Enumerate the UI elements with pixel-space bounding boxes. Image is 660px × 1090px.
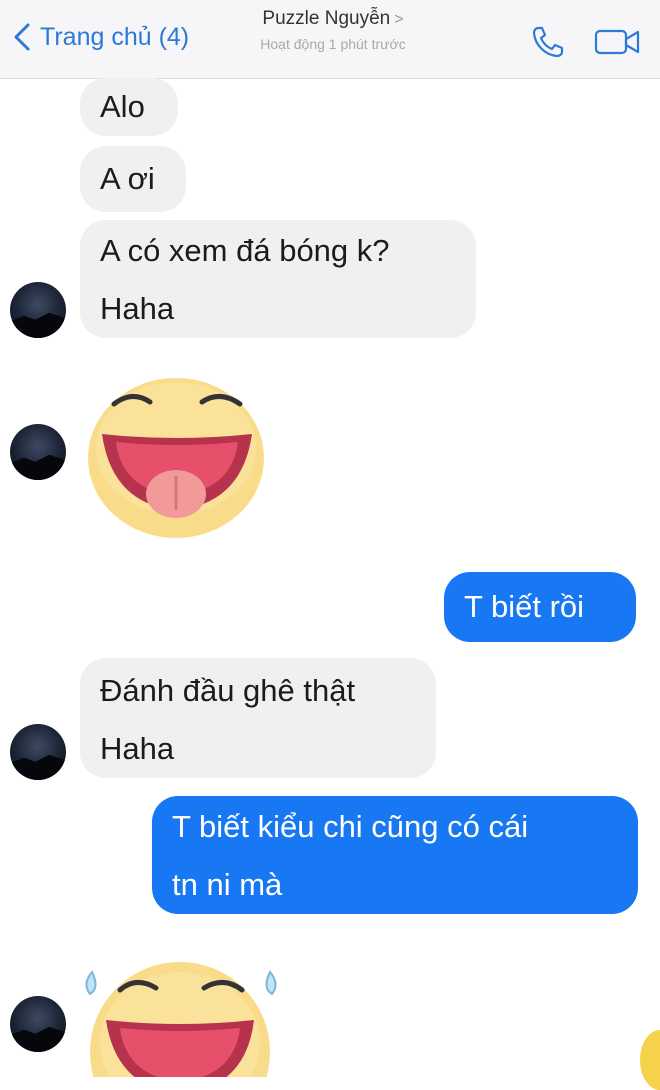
back-button[interactable]: Trang chủ (4)	[10, 22, 189, 52]
contact-name: Puzzle Nguyễn	[262, 8, 391, 29]
message-text: Alo	[100, 89, 145, 124]
incoming-message[interactable]: Đánh đầu ghê thật Haha	[80, 658, 436, 778]
partial-sticker-edge	[640, 1030, 660, 1090]
activity-status: Hoạt động 1 phút trước	[260, 36, 406, 52]
message-text-line: tn ni mà	[172, 867, 283, 902]
message-text-line: A có xem đá bóng k?	[100, 233, 390, 268]
message-text-line: Haha	[100, 731, 175, 766]
message-text: A ơi	[100, 161, 155, 196]
contact-avatar[interactable]	[10, 424, 66, 480]
incoming-message[interactable]: Alo	[80, 78, 178, 136]
message-text-line: Haha	[100, 291, 175, 326]
contact-title[interactable]: Puzzle Nguyễn > Hoạt động 1 phút trước	[228, 8, 438, 52]
name-arrow: >	[394, 11, 404, 28]
message-text-line: Đánh đầu ghê thật	[100, 673, 356, 708]
video-call-icon[interactable]	[594, 28, 640, 56]
outgoing-message[interactable]: T biết kiểu chi cũng có cái tn ni mà	[152, 796, 638, 914]
message-text-line: T biết kiểu chi cũng có cái	[172, 809, 529, 844]
outgoing-message[interactable]: T biết rồi	[444, 572, 636, 642]
contact-avatar[interactable]	[10, 996, 66, 1052]
back-label: Trang chủ (4)	[40, 22, 190, 51]
contact-avatar[interactable]	[10, 282, 66, 338]
contact-avatar[interactable]	[10, 724, 66, 780]
incoming-message[interactable]: A ơi	[80, 146, 186, 212]
chevron-left-icon	[14, 23, 30, 51]
phone-icon[interactable]	[530, 24, 566, 60]
message-text: T biết rồi	[464, 589, 585, 624]
incoming-message[interactable]: A có xem đá bóng k? Haha	[80, 220, 476, 338]
laughing-tears-emoji-sticker[interactable]	[76, 948, 286, 1077]
laughing-tongue-emoji-sticker[interactable]	[80, 372, 276, 542]
conversation-header: Trang chủ (4) Puzzle Nguyễn > Hoạt động 1…	[0, 0, 660, 79]
